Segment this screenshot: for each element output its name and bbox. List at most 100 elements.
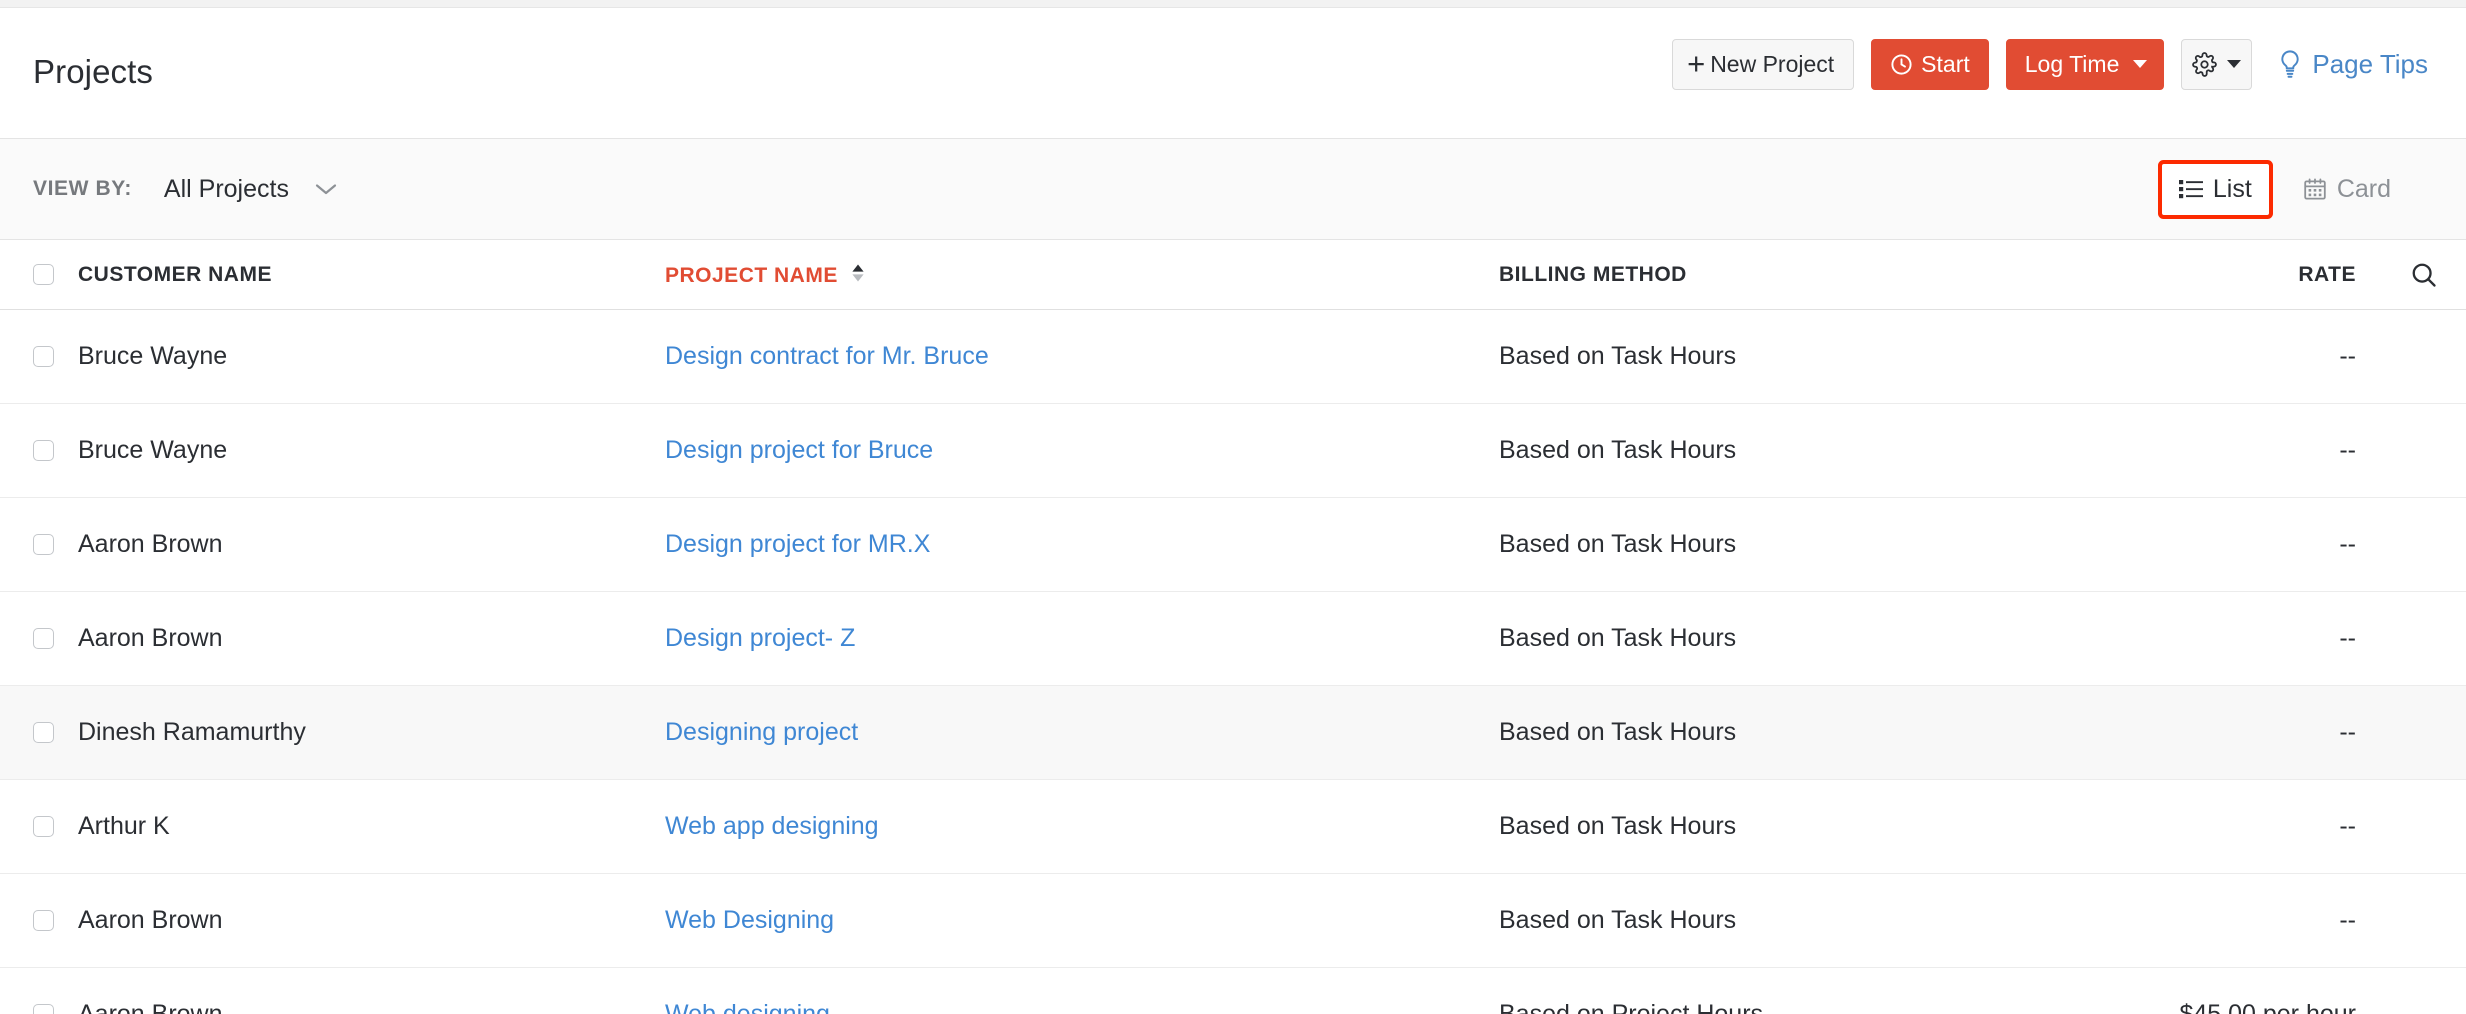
billing-method-text: Based on Task Hours	[1499, 906, 1736, 934]
table-row[interactable]: Dinesh RamamurthyDesigning projectBased …	[0, 686, 2466, 780]
customer-name-text: Aaron Brown	[78, 1000, 223, 1014]
project-name-link[interactable]: Design project for Bruce	[665, 436, 933, 464]
project-name-link[interactable]: Web designing	[665, 1000, 830, 1014]
row-select-cell	[33, 722, 78, 743]
rate-text: --	[2339, 812, 2356, 840]
cell-customer-name: Bruce Wayne	[78, 342, 665, 371]
table-row[interactable]: Bruce Wayne Design project for Bruce Based…	[0, 404, 2466, 498]
cell-project-name: Design project for Bruce	[665, 436, 1499, 465]
view-mode-card-label: Card	[2337, 175, 2391, 204]
cell-billing-method: Based on Task Hours	[1499, 436, 1948, 465]
header-actions: + New Project Start Log Time	[1672, 39, 2438, 90]
view-mode-list-label: List	[2213, 175, 2252, 204]
rate-text: --	[2339, 530, 2356, 558]
settings-dropdown-button[interactable]	[2181, 39, 2252, 90]
row-select-checkbox[interactable]	[33, 722, 54, 743]
rate-text: --	[2339, 718, 2356, 746]
project-name-link[interactable]: Designing project	[665, 718, 858, 746]
table-row[interactable]: Aaron BrownDesign project- ZBased on Tas…	[0, 592, 2466, 686]
project-name-link[interactable]: Design project- Z	[665, 624, 855, 652]
cell-customer-name: Bruce Wayne	[78, 436, 665, 465]
customer-name-text: Arthur K	[78, 812, 170, 840]
table-row[interactable]: Bruce WayneDesign contract for Mr. Bruce…	[0, 310, 2466, 404]
window-top-strip	[0, 0, 2466, 8]
view-by-label: VIEW BY:	[33, 177, 132, 201]
customer-name-text: Bruce Wayne	[78, 436, 227, 464]
row-select-checkbox[interactable]	[33, 910, 54, 931]
row-select-checkbox[interactable]	[33, 816, 54, 837]
row-select-cell	[33, 628, 78, 649]
customer-name-text: Aaron Brown	[78, 906, 223, 934]
column-header-rate[interactable]: RATE	[1948, 263, 2378, 287]
row-select-checkbox[interactable]	[33, 534, 54, 555]
log-time-label: Log Time	[2025, 53, 2120, 76]
row-select-cell	[33, 1004, 78, 1014]
page-title: Projects	[33, 55, 153, 92]
view-mode-list-button[interactable]: List	[2162, 164, 2269, 215]
view-by-control: VIEW BY: All Projects	[33, 175, 339, 204]
cell-rate: --	[1948, 906, 2378, 935]
start-timer-button[interactable]: Start	[1871, 39, 1989, 90]
row-select-cell	[33, 534, 78, 555]
cell-customer-name: Aaron Brown	[78, 906, 665, 935]
cell-project-name: Web Designing	[665, 906, 1499, 935]
table-row[interactable]: Aaron Brown Web designing Based on Project…	[0, 968, 2466, 1014]
billing-method-text: Based on Task Hours	[1499, 624, 1736, 652]
row-select-checkbox[interactable]	[33, 1004, 54, 1014]
cell-project-name: Designing project	[665, 718, 1499, 747]
lightbulb-icon	[2277, 49, 2303, 79]
table-row[interactable]: Aaron BrownDesign project for MR.XBased …	[0, 498, 2466, 592]
cell-rate: --	[1948, 436, 2378, 465]
row-select-cell	[33, 816, 78, 837]
column-header-customer[interactable]: CUSTOMER NAME	[78, 263, 665, 287]
log-time-button[interactable]: Log Time	[2006, 39, 2165, 90]
table-row[interactable]: Aaron Brown Web Designing Based on Task Ho…	[0, 874, 2466, 968]
cell-billing-method: Based on Task Hours	[1499, 812, 1948, 841]
cell-billing-method: Based on Task Hours	[1499, 342, 1948, 371]
column-header-billing[interactable]: BILLING METHOD	[1499, 263, 1948, 287]
view-mode-card-button[interactable]: Card	[2286, 164, 2408, 215]
cell-rate: --	[1948, 342, 2378, 371]
table-row[interactable]: Arthur K Web app designing Based on Task H…	[0, 780, 2466, 874]
search-icon[interactable]	[2410, 261, 2438, 289]
new-project-button[interactable]: + New Project	[1672, 39, 1854, 90]
cell-project-name: Design project for MR.X	[665, 530, 1499, 559]
table-search-cell	[2378, 261, 2438, 289]
cell-rate: --	[1948, 624, 2378, 653]
page-tips-link[interactable]: Page Tips	[2277, 49, 2428, 80]
select-all-checkbox[interactable]	[33, 264, 54, 285]
column-header-project[interactable]: PROJECT NAME	[665, 262, 1499, 288]
billing-method-text: Based on Project Hours	[1499, 1000, 1763, 1014]
rate-text: --	[2339, 624, 2356, 652]
clock-icon	[1890, 53, 1913, 76]
row-select-cell	[33, 910, 78, 931]
cell-rate: --	[1948, 718, 2378, 747]
column-header-rate-label: RATE	[2298, 263, 2356, 286]
project-name-link[interactable]: Web Designing	[665, 906, 834, 934]
row-select-cell	[33, 440, 78, 461]
cell-rate: $45.00 per hour	[1948, 1000, 2378, 1014]
row-select-checkbox[interactable]	[33, 346, 54, 367]
chevron-down-icon[interactable]	[2133, 60, 2147, 68]
view-mode-toggle: List Card	[2158, 164, 2438, 215]
project-name-link[interactable]: Design contract for Mr. Bruce	[665, 342, 989, 370]
row-select-checkbox[interactable]	[33, 628, 54, 649]
sort-arrows-icon[interactable]	[851, 263, 865, 283]
chevron-down-icon[interactable]	[2227, 60, 2241, 68]
project-name-link[interactable]: Web app designing	[665, 812, 879, 840]
cell-customer-name: Dinesh Ramamurthy	[78, 718, 665, 747]
column-header-customer-label: CUSTOMER NAME	[78, 263, 272, 286]
billing-method-text: Based on Task Hours	[1499, 342, 1736, 370]
view-by-select-value[interactable]: All Projects	[164, 175, 289, 204]
customer-name-text: Aaron Brown	[78, 530, 223, 558]
new-project-label: New Project	[1710, 53, 1834, 76]
rate-text: --	[2339, 342, 2356, 370]
row-select-checkbox[interactable]	[33, 440, 54, 461]
cell-rate: --	[1948, 812, 2378, 841]
customer-name-text: Dinesh Ramamurthy	[78, 718, 306, 746]
rate-text: $45.00 per hour	[2179, 1000, 2356, 1014]
page-tips-label: Page Tips	[2312, 49, 2428, 80]
column-header-billing-label: BILLING METHOD	[1499, 263, 1687, 286]
project-name-link[interactable]: Design project for MR.X	[665, 530, 930, 558]
chevron-down-icon[interactable]	[313, 181, 339, 197]
